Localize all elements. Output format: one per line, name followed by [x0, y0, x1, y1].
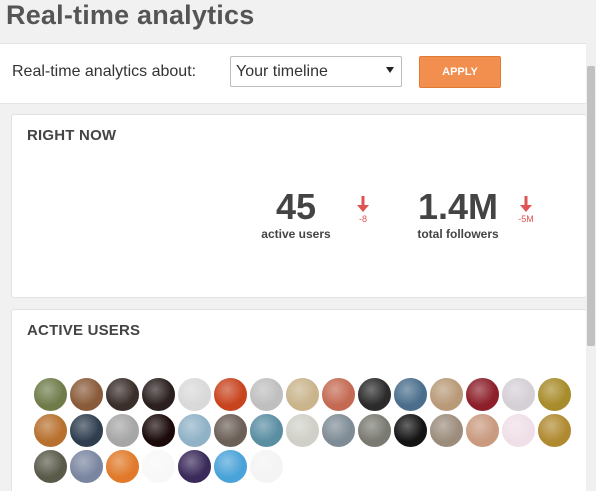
- avatar[interactable]: [33, 449, 68, 484]
- total-followers-label: total followers: [417, 227, 499, 241]
- avatar[interactable]: [285, 377, 320, 412]
- avatar[interactable]: [141, 377, 176, 412]
- filter-bar: Real-time analytics about: Your timeline…: [0, 43, 586, 104]
- timeline-select[interactable]: Your timeline: [230, 56, 402, 87]
- right-now-heading: RIGHT NOW: [27, 127, 117, 144]
- avatar[interactable]: [177, 377, 212, 412]
- arrow-down-icon: [357, 196, 369, 212]
- avatar[interactable]: [465, 377, 500, 412]
- total-followers-metric: 1.4M total followers: [414, 186, 502, 242]
- avatar[interactable]: [33, 377, 68, 412]
- total-followers-delta: -5M: [515, 196, 537, 224]
- avatar[interactable]: [177, 449, 212, 484]
- avatar[interactable]: [213, 413, 248, 448]
- avatar[interactable]: [321, 377, 356, 412]
- avatar[interactable]: [141, 449, 176, 484]
- filter-label: Real-time analytics about:: [12, 63, 197, 80]
- avatar[interactable]: [105, 413, 140, 448]
- page-title: Real-time analytics: [6, 0, 255, 30]
- avatar-grid: [33, 377, 593, 484]
- avatar[interactable]: [177, 413, 212, 448]
- total-followers-value: 1.4M: [417, 186, 499, 227]
- apply-button[interactable]: APPLY: [419, 56, 501, 88]
- arrow-down-icon: [520, 196, 532, 212]
- avatar[interactable]: [393, 377, 428, 412]
- avatar[interactable]: [465, 413, 500, 448]
- avatar[interactable]: [213, 449, 248, 484]
- avatar[interactable]: [501, 413, 536, 448]
- avatar[interactable]: [69, 413, 104, 448]
- avatar[interactable]: [249, 413, 284, 448]
- active-users-value: 45: [275, 186, 317, 227]
- right-now-panel: RIGHT NOW 45 active users -8 1.4M total …: [11, 114, 587, 298]
- avatar[interactable]: [501, 377, 536, 412]
- active-users-heading: ACTIVE USERS: [27, 322, 141, 339]
- avatar[interactable]: [249, 377, 284, 412]
- chevron-down-icon: [386, 67, 394, 73]
- avatar[interactable]: [249, 449, 284, 484]
- avatar[interactable]: [537, 413, 572, 448]
- avatar[interactable]: [429, 413, 464, 448]
- avatar[interactable]: [357, 377, 392, 412]
- avatar[interactable]: [105, 377, 140, 412]
- active-users-label: active users: [261, 227, 331, 241]
- avatar[interactable]: [537, 377, 572, 412]
- avatar[interactable]: [105, 449, 140, 484]
- avatar[interactable]: [141, 413, 176, 448]
- avatar[interactable]: [321, 413, 356, 448]
- analytics-page: Real-time analytics Real-time analytics …: [0, 0, 596, 491]
- active-users-panel: ACTIVE USERS: [11, 309, 587, 491]
- avatar[interactable]: [33, 413, 68, 448]
- avatar[interactable]: [285, 413, 320, 448]
- avatar[interactable]: [429, 377, 464, 412]
- avatar[interactable]: [69, 449, 104, 484]
- avatar[interactable]: [69, 377, 104, 412]
- scrollbar[interactable]: [586, 43, 596, 491]
- avatar[interactable]: [357, 413, 392, 448]
- scrollbar-thumb[interactable]: [587, 66, 595, 346]
- avatar[interactable]: [393, 413, 428, 448]
- select-value: Your timeline: [236, 63, 328, 80]
- active-users-metric: 45 active users: [260, 186, 332, 242]
- avatar[interactable]: [213, 377, 248, 412]
- active-users-delta-value: -8: [358, 214, 367, 224]
- total-followers-delta-value: -5M: [518, 214, 534, 224]
- active-users-delta: -8: [354, 196, 372, 224]
